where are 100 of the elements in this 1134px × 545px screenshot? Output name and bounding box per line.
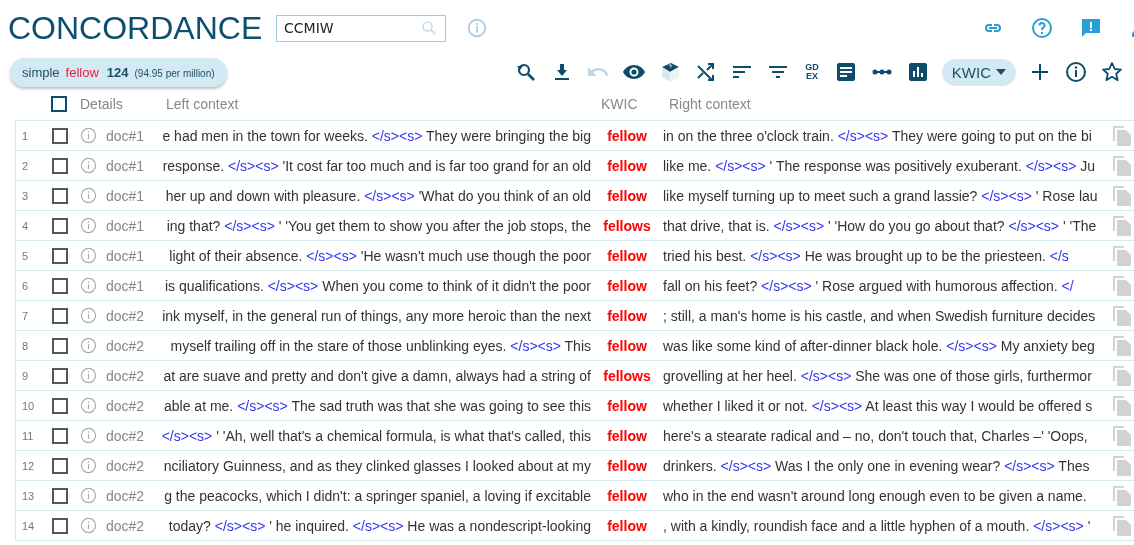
left-context: ing that? </s><s> ' 'You get them to show you after the job stops, the: [165, 217, 591, 234]
left-context: able at me. </s><s> The sad truth was that she was going to see this: [163, 397, 591, 414]
row-checkbox[interactable]: [52, 307, 68, 324]
copy-icon[interactable]: [1113, 485, 1131, 506]
select-all-checkbox[interactable]: [51, 96, 67, 112]
row-number: 10: [21, 399, 36, 412]
query-type: simple: [22, 64, 60, 80]
keyword: fellow: [606, 127, 648, 144]
row-number: 3: [21, 189, 30, 202]
left-context: at are suave and pretty and don't give a damn, always had a string of: [162, 367, 591, 384]
search-field[interactable]: CCMIW: [276, 14, 446, 42]
row-number: 8: [21, 339, 30, 352]
document-link[interactable]: doc#2: [106, 517, 159, 534]
row-checkbox[interactable]: [52, 217, 68, 234]
row-checkbox[interactable]: [52, 427, 68, 444]
row-checkbox[interactable]: [52, 367, 68, 384]
column-header: Right context: [669, 96, 751, 112]
row-number: 13: [21, 489, 36, 502]
keyword: fellow: [606, 277, 648, 294]
right-context: like me. </s><s> ' The response was positively exuberant. </s><s> Ju: [663, 157, 1096, 174]
document-link[interactable]: doc#2: [106, 307, 159, 324]
keyword: fellow: [606, 427, 648, 444]
row-number: 9: [21, 369, 30, 382]
query-term: fellow: [65, 64, 99, 80]
copy-icon[interactable]: [1113, 455, 1131, 476]
copy-icon[interactable]: [1113, 425, 1131, 446]
row-checkbox[interactable]: [52, 277, 68, 294]
help-icon[interactable]: [1030, 16, 1054, 40]
left-context: myself trailing off in the stare of those unblinking eyes. </s><s> This: [169, 337, 591, 354]
feedback-icon[interactable]: [1079, 16, 1103, 40]
keyword: fellow: [606, 517, 648, 534]
copy-icon[interactable]: [1113, 275, 1131, 296]
left-context: her up and down with pleasure. </s><s> 'What do you think of an old: [164, 187, 591, 204]
copy-icon[interactable]: [1113, 185, 1131, 206]
copy-icon[interactable]: [1113, 245, 1131, 266]
left-context: response. </s><s> 'It cost far too much and is far too grand for an old: [161, 157, 591, 174]
column-header: Left context: [166, 96, 240, 112]
keyword: fellow: [606, 397, 648, 414]
document-link[interactable]: doc#2: [106, 487, 159, 504]
column-header: Details: [80, 96, 124, 112]
row-checkbox[interactable]: [52, 337, 68, 354]
keyword: fellow: [606, 487, 648, 504]
right-context: whether I liked it or not. </s><s> At least this way I would be offered s: [663, 397, 1094, 414]
row-checkbox[interactable]: [52, 247, 68, 264]
right-context: like myself turning up to meet such a grand lassie? </s><s> ' Rose lau: [663, 187, 1099, 204]
copy-icon[interactable]: [1113, 395, 1131, 416]
document-link[interactable]: doc#2: [106, 367, 159, 384]
gdex-button[interactable]: GD EX: [805, 63, 819, 81]
document-link[interactable]: doc#1: [106, 247, 159, 264]
document-link[interactable]: doc#1: [106, 127, 159, 144]
left-context: ink myself, in the general run of things, any more heroic than the next: [161, 307, 591, 324]
right-context: tried his best. </s><s> He was brought up to be the priesteen. </s: [663, 247, 1070, 264]
row-number: 1: [21, 129, 30, 142]
document-link[interactable]: doc#1: [106, 187, 159, 204]
relative-frequency: (94.95 per million): [134, 67, 215, 79]
document-link[interactable]: doc#1: [106, 157, 159, 174]
document-link[interactable]: doc#1: [106, 217, 159, 234]
copy-icon[interactable]: [1113, 365, 1131, 386]
row-number: 7: [21, 309, 30, 322]
copy-icon[interactable]: [1113, 215, 1131, 236]
row-number: 14: [21, 519, 36, 532]
right-context: in on the three o'clock train. </s><s> They were going to put on the bi: [663, 127, 1093, 144]
row-checkbox[interactable]: [52, 397, 68, 414]
keyword: fellow: [606, 247, 648, 264]
document-link[interactable]: doc#2: [106, 427, 159, 444]
copy-icon[interactable]: [1113, 155, 1131, 176]
keyword: fellow: [606, 187, 648, 204]
document-link[interactable]: doc#2: [106, 397, 159, 414]
row-checkbox[interactable]: [52, 127, 68, 144]
keyword: fellow: [606, 307, 648, 324]
row-number: 5: [21, 249, 30, 262]
copy-icon[interactable]: [1113, 335, 1131, 356]
right-context: fall on his feet? </s><s> ' Rose argued with humorous affection. </: [663, 277, 1075, 294]
document-link[interactable]: doc#1: [106, 277, 159, 294]
copy-icon[interactable]: [1113, 125, 1131, 146]
keyword: fellow: [606, 157, 648, 174]
copy-icon[interactable]: [1113, 305, 1131, 326]
row-checkbox[interactable]: [52, 157, 68, 174]
caret-icon: [996, 69, 1006, 75]
row-number: 6: [21, 279, 30, 292]
right-context: who in the end wasn't around long enough even to be given a name.: [663, 487, 1088, 504]
document-link[interactable]: doc#2: [106, 457, 159, 474]
column-header: KWIC: [601, 96, 639, 112]
row-checkbox[interactable]: [52, 487, 68, 504]
right-context: here's a stearate radical and – no, don't touch that, Charles –' 'Oops,: [663, 427, 1089, 444]
view-dropdown[interactable]: KWIC: [941, 58, 1016, 86]
document-link[interactable]: doc#2: [106, 337, 159, 354]
row-checkbox[interactable]: [52, 457, 68, 474]
left-context: nciliatory Guinness, and as they clinked glasses I looked about at my: [162, 457, 591, 474]
row-checkbox[interactable]: [52, 187, 68, 204]
right-context: drinkers. </s><s> Was I the only one in evening wear? </s><s> Thes: [663, 457, 1091, 474]
info-icon[interactable]: [1064, 60, 1088, 84]
right-context: was like some kind of after-dinner black hole. </s><s> My anxiety beg: [663, 337, 1096, 354]
page-title: CONCORDANCE: [8, 9, 264, 47]
star-icon[interactable]: [1100, 60, 1124, 84]
copy-icon[interactable]: [1113, 515, 1131, 536]
row-number: 2: [21, 159, 30, 172]
keyword: fellow: [606, 457, 648, 474]
left-context: is qualifications. </s><s> When you come to think of it didn't the poor: [163, 277, 591, 294]
row-checkbox[interactable]: [52, 517, 68, 534]
